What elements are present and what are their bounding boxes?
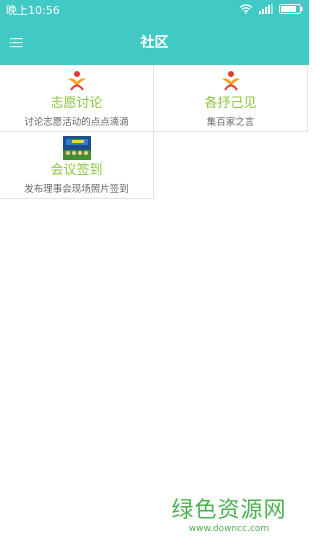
watermark-url: www.downcc.com bbox=[188, 524, 270, 534]
status-time: 晚上10:56 bbox=[6, 4, 60, 17]
page-title: 社区 bbox=[140, 35, 169, 51]
status-bar: 晚上10:56 bbox=[0, 0, 309, 22]
watermark-title: 绿色资源网 bbox=[171, 498, 287, 523]
signal-icon bbox=[259, 4, 273, 14]
tile-subtitle: 讨论志愿活动的点点滴滴 bbox=[24, 117, 129, 128]
wifi-icon bbox=[239, 4, 253, 14]
tile-meeting-checkin[interactable]: 会议签到 发布理事会现场照片签到 bbox=[0, 132, 154, 199]
tile-title: 各抒己见 bbox=[204, 96, 257, 111]
tile-title: 志愿讨论 bbox=[50, 96, 103, 111]
battery-icon bbox=[279, 4, 303, 14]
volunteer-logo-icon bbox=[221, 71, 240, 91]
tile-subtitle: 集百家之言 bbox=[206, 117, 255, 128]
status-icons bbox=[239, 4, 303, 14]
volunteer-logo-icon bbox=[67, 71, 86, 91]
tile-opinions[interactable]: 各抒己见 集百家之言 bbox=[154, 65, 308, 132]
watermark: 绿色资源网 www.downcc.com bbox=[169, 498, 289, 535]
meeting-photo-icon bbox=[62, 136, 91, 160]
app-header: 晚上10:56 社区 bbox=[0, 0, 309, 65]
tile-volunteer-discussion[interactable]: 志愿讨论 讨论志愿活动的点点滴滴 bbox=[0, 65, 154, 132]
tile-subtitle: 发布理事会现场照片签到 bbox=[24, 184, 129, 195]
tile-title: 会议签到 bbox=[50, 163, 103, 178]
